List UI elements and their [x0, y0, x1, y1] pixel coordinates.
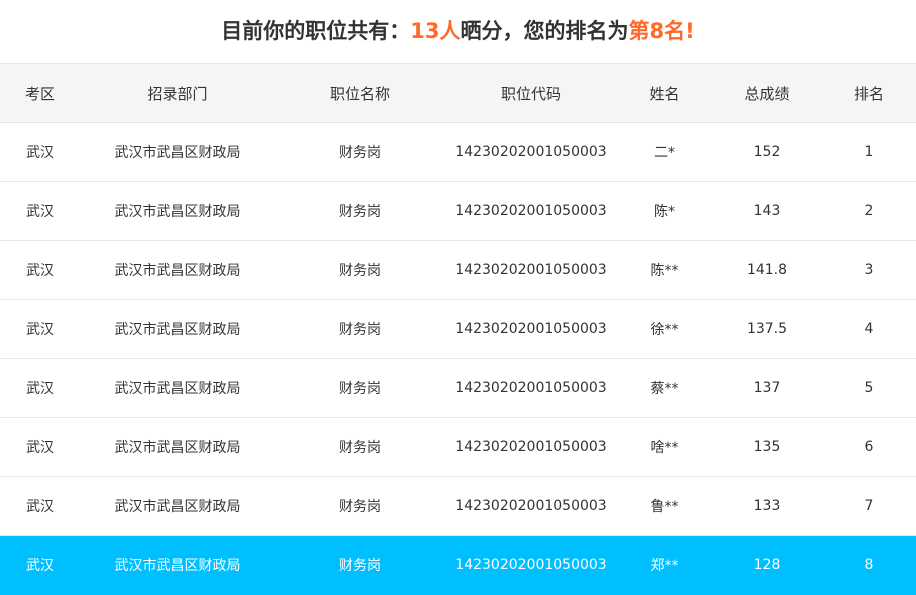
cell-total-score: 143	[712, 181, 822, 241]
cell-position-name: 财务岗	[275, 240, 445, 300]
cell-rank: 7	[822, 476, 916, 536]
cell-exam-area: 武汉	[0, 122, 80, 182]
table-row: 武汉 武汉市武昌区财政局 财务岗 14230202001050003 陈* 143 2	[0, 181, 916, 241]
cell-rank: 2	[822, 181, 916, 241]
cell-position-name: 财务岗	[275, 417, 445, 477]
cell-position-code: 14230202001050003	[445, 417, 617, 477]
cell-position-name: 财务岗	[275, 476, 445, 536]
header-row: 考区 招录部门 职位名称 职位代码 姓名 总成绩 排名	[0, 63, 916, 123]
cell-total-score: 137.5	[712, 299, 822, 359]
cell-position-code: 14230202001050003	[445, 181, 617, 241]
cell-total-score: 137	[712, 358, 822, 418]
cell-total-score: 152	[712, 122, 822, 182]
cell-exam-area: 武汉	[26, 558, 54, 575]
cell-department: 武汉市武昌区财政局	[80, 476, 275, 536]
cell-name: 蔡**	[617, 358, 712, 418]
column-header-exam-area: 考区	[0, 63, 80, 123]
cell-rank: 1	[822, 122, 916, 182]
cell-department: 武汉市武昌区财政局	[80, 299, 275, 359]
score-ranking-table: 考区 招录部门 职位名称 职位代码 姓名 总成绩 排名 武汉 武汉市武昌区财政局财…	[0, 63, 916, 595]
table-body: 武汉 武汉市武昌区财政局 财务岗 14230202001050003 二* 152 1 武汉武…	[0, 122, 916, 595]
cell-department: 武汉市武昌区财政局	[80, 417, 275, 477]
cell-position-name: 财务岗	[339, 558, 381, 575]
cell-position-code: 14230202001050003	[455, 557, 607, 574]
cell-name: 啥**	[617, 417, 712, 477]
cell-position-name: 财务岗	[275, 299, 445, 359]
cell-name: 陈**	[617, 240, 712, 300]
cell-total-score: 133	[712, 476, 822, 536]
headline-middle: 晒分，您的排名为	[460, 19, 629, 43]
cell-position-name: 财务岗	[275, 358, 445, 418]
cell-rank: 5	[822, 358, 916, 418]
column-header-total-score: 总成绩	[712, 63, 822, 123]
table-row: 武汉 武汉市武昌区财政局 财务岗 14230202001050003 鲁** 133 7	[0, 476, 916, 536]
column-header-name: 姓名	[617, 63, 712, 123]
table-row: 武汉 武汉市武昌区财政局 财务岗 14230202001050003 蔡** 137 5	[0, 358, 916, 418]
cell-name: 郑**	[650, 558, 679, 575]
table-row-current-user: 武汉 武汉市武昌区财政局 财务岗 14230202001050003 郑** 128 8	[0, 535, 916, 595]
cell-position-name: 财务岗	[275, 122, 445, 182]
cell-total-score: 135	[712, 417, 822, 477]
table-header: 考区 招录部门 职位名称 职位代码 姓名 总成绩 排名	[0, 63, 916, 123]
cell-department: 武汉市武昌区财政局	[114, 558, 241, 575]
cell-name: 鲁**	[617, 476, 712, 536]
cell-position-code: 14230202001050003	[445, 299, 617, 359]
table-row: 武汉 武汉市武昌区财政局 财务岗 14230202001050003 陈** 141.8 3	[0, 240, 916, 300]
cell-position-code: 14230202001050003	[445, 122, 617, 182]
cell-exam-area: 武汉	[0, 358, 80, 418]
column-header-rank: 排名	[822, 63, 916, 123]
user-rank: 第8名	[628, 19, 686, 43]
cell-rank: 6	[822, 417, 916, 477]
cell-rank: 3	[822, 240, 916, 300]
cell-exam-area: 武汉	[0, 240, 80, 300]
applicant-count: 13人	[410, 19, 461, 43]
column-header-position-name: 职位名称	[275, 63, 445, 123]
cell-exam-area: 武汉	[0, 476, 80, 536]
cell-position-code: 14230202001050003	[445, 240, 617, 300]
cell-total-score: 141.8	[712, 240, 822, 300]
headline-exclaim: !	[685, 19, 695, 43]
cell-name: 陈*	[617, 181, 712, 241]
cell-department: 武汉市武昌区财政局	[80, 240, 275, 300]
cell-name: 二*	[617, 122, 712, 182]
cell-total-score: 128	[753, 557, 781, 574]
cell-department: 武汉市武昌区财政局	[80, 181, 275, 241]
cell-rank: 4	[822, 299, 916, 359]
column-header-department: 招录部门	[80, 63, 275, 123]
cell-exam-area: 武汉	[0, 417, 80, 477]
headline-prefix: 目前你的职位共有：	[221, 19, 411, 43]
cell-rank: 8	[864, 557, 874, 574]
cell-exam-area: 武汉	[0, 299, 80, 359]
cell-position-name: 财务岗	[275, 181, 445, 241]
column-header-position-code: 职位代码	[445, 63, 617, 123]
cell-position-code: 14230202001050003	[445, 358, 617, 418]
table-row: 武汉 武汉市武昌区财政局 财务岗 14230202001050003 啥** 135 6	[0, 417, 916, 477]
ranking-headline: 目前你的职位共有：13人晒分，您的排名为第8名!	[0, 0, 916, 63]
cell-department: 武汉市武昌区财政局	[80, 358, 275, 418]
cell-exam-area: 武汉	[0, 181, 80, 241]
table-row: 武汉 武汉市武昌区财政局 财务岗 14230202001050003 徐** 137.5 4	[0, 299, 916, 359]
table-row: 武汉 武汉市武昌区财政局 财务岗 14230202001050003 二* 152 1	[0, 122, 916, 182]
cell-position-code: 14230202001050003	[445, 476, 617, 536]
cell-name: 徐**	[617, 299, 712, 359]
cell-department: 武汉市武昌区财政局	[80, 122, 275, 182]
